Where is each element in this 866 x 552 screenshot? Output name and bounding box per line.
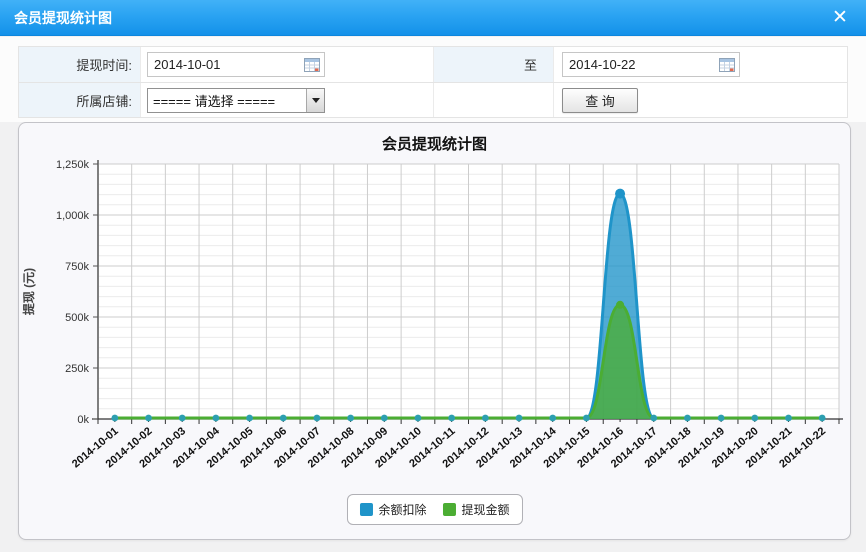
- series-swatch: [443, 503, 456, 516]
- query-cell: 查 询: [554, 83, 847, 117]
- svg-text:提现 (元): 提现 (元): [21, 268, 36, 315]
- filter-form: 提现时间: 至: [0, 37, 866, 122]
- svg-text:0k: 0k: [77, 414, 89, 426]
- close-icon[interactable]: ✕: [828, 6, 852, 30]
- calendar-icon[interactable]: [719, 57, 735, 72]
- chart-panel: 0k250k500k750k1,000k1,250k2014-10-012014…: [18, 122, 851, 540]
- svg-text:750k: 750k: [65, 261, 89, 273]
- shop-select-value: ===== 请选择 =====: [148, 91, 306, 110]
- empty-cell: [434, 83, 554, 117]
- chart-title: 会员提现统计图: [19, 133, 850, 154]
- shop-label: 所属店铺:: [19, 83, 141, 117]
- calendar-icon[interactable]: [304, 57, 320, 72]
- chevron-down-icon[interactable]: [306, 89, 324, 112]
- filter-table: 提现时间: 至: [18, 46, 848, 118]
- withdraw-time-label: 提现时间:: [19, 47, 141, 82]
- date-from-input[interactable]: [147, 52, 325, 77]
- chart-canvas: 0k250k500k750k1,000k1,250k2014-10-012014…: [19, 123, 852, 541]
- date-from-cell: [141, 47, 434, 82]
- series-swatch: [359, 503, 372, 516]
- shop-select[interactable]: ===== 请选择 =====: [147, 88, 325, 113]
- filter-row-dates: 提现时间: 至: [19, 47, 847, 82]
- date-to-cell: [554, 47, 847, 82]
- dialog-header: 会员提现统计图 ✕: [0, 0, 866, 36]
- filter-row-shop: 所属店铺: ===== 请选择 ===== 查 询: [19, 82, 847, 117]
- shop-select-cell: ===== 请选择 =====: [141, 83, 434, 117]
- svg-text:1,250k: 1,250k: [56, 159, 90, 171]
- legend-item[interactable]: 提现金额: [443, 501, 510, 518]
- chart-legend: 余额扣除 提现金额: [346, 494, 522, 525]
- legend-label: 余额扣除: [378, 501, 426, 518]
- query-button[interactable]: 查 询: [562, 88, 638, 113]
- dialog-title: 会员提现统计图: [14, 0, 112, 36]
- date-to-input[interactable]: [562, 52, 740, 77]
- legend-item[interactable]: 余额扣除: [359, 501, 426, 518]
- to-label: 至: [434, 47, 554, 82]
- svg-text:250k: 250k: [65, 363, 89, 375]
- svg-text:1,000k: 1,000k: [56, 210, 90, 222]
- legend-label: 提现金额: [462, 501, 510, 518]
- svg-text:500k: 500k: [65, 312, 89, 324]
